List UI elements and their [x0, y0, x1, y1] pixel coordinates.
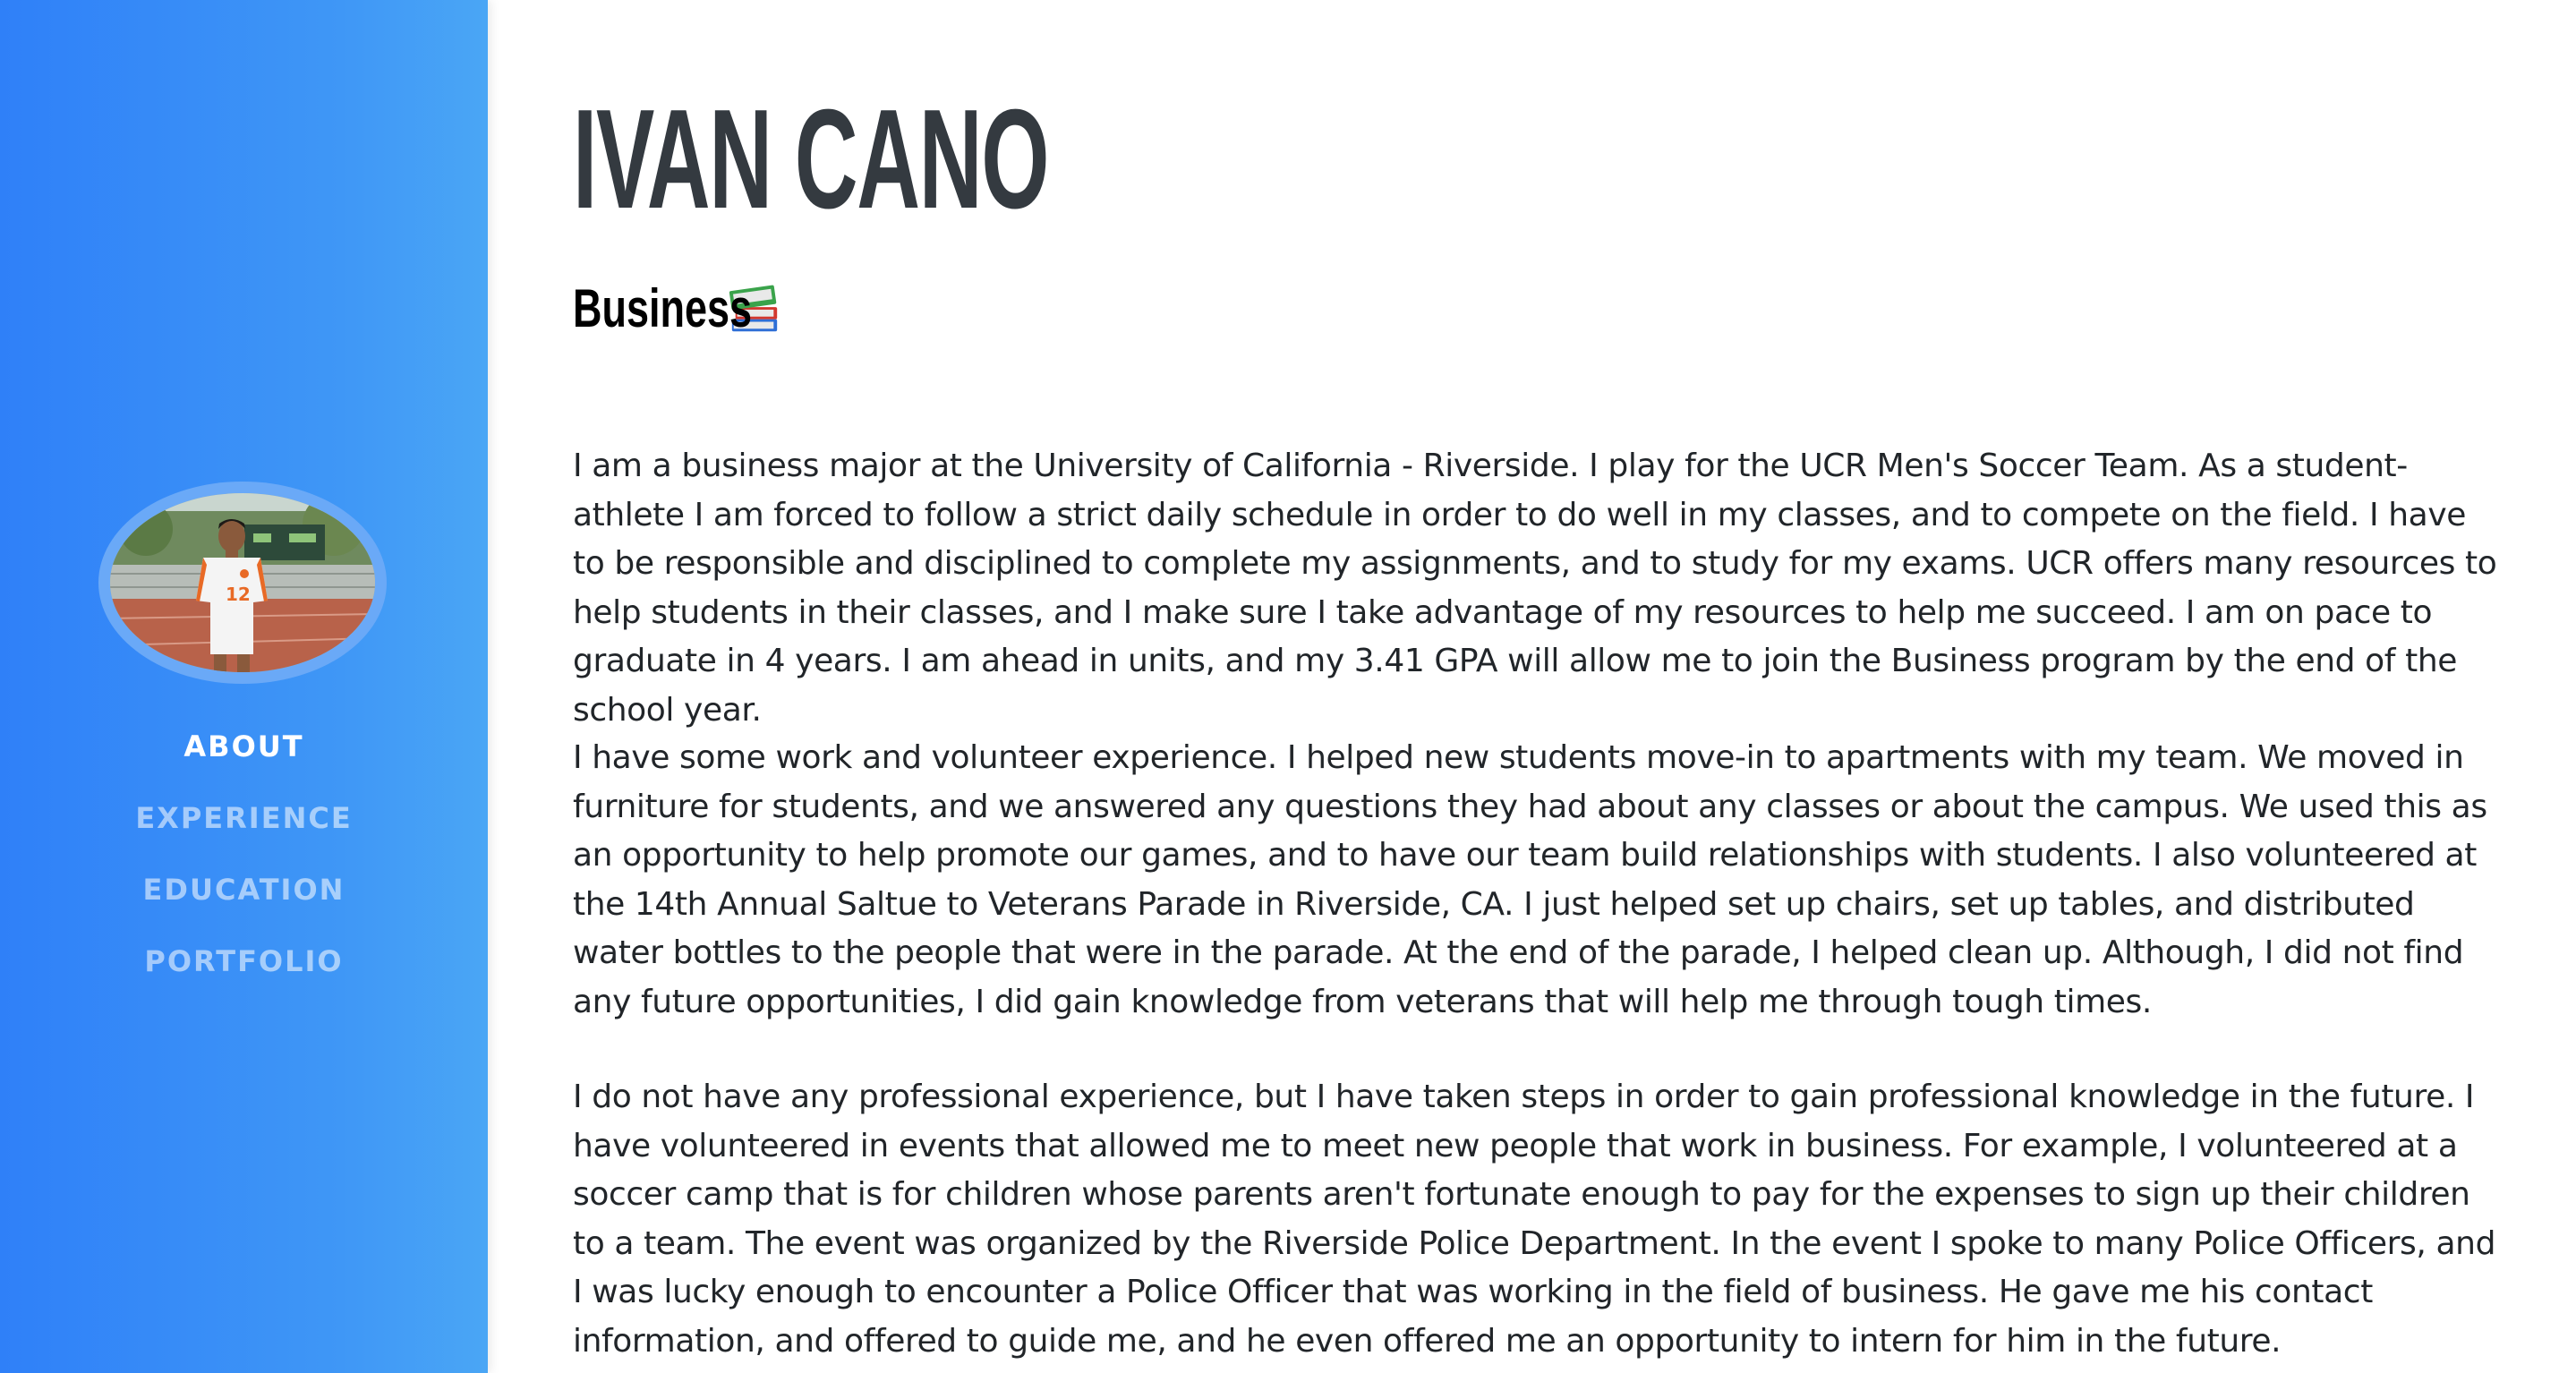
avatar: 12: [98, 482, 387, 684]
profile-photo: 12: [110, 493, 375, 672]
about-paragraph: I have some work and volunteer experienc…: [573, 739, 2487, 1020]
sidebar: 12 ABOUT EXPERIENCE EDUCATION PORTFOLIO: [0, 0, 488, 1373]
sidebar-nav: ABOUT EXPERIENCE EDUCATION PORTFOLIO: [0, 723, 488, 1010]
nav-item-portfolio[interactable]: PORTFOLIO: [0, 938, 488, 1010]
about-paragraph: I do not have any professional experienc…: [573, 1079, 2496, 1360]
about-paragraph: I am a business major at the University …: [573, 448, 2497, 729]
subtitle-text: Business: [573, 278, 753, 338]
nav-item-about[interactable]: ABOUT: [0, 723, 488, 795]
nav-item-education[interactable]: EDUCATION: [0, 866, 488, 938]
page-title: IVAN CANO: [573, 81, 1050, 238]
nav-item-experience[interactable]: EXPERIENCE: [0, 795, 488, 866]
profile-photo-image: 12: [110, 493, 375, 672]
subtitle: Business: [573, 276, 782, 342]
jersey-number: 12: [226, 584, 251, 605]
